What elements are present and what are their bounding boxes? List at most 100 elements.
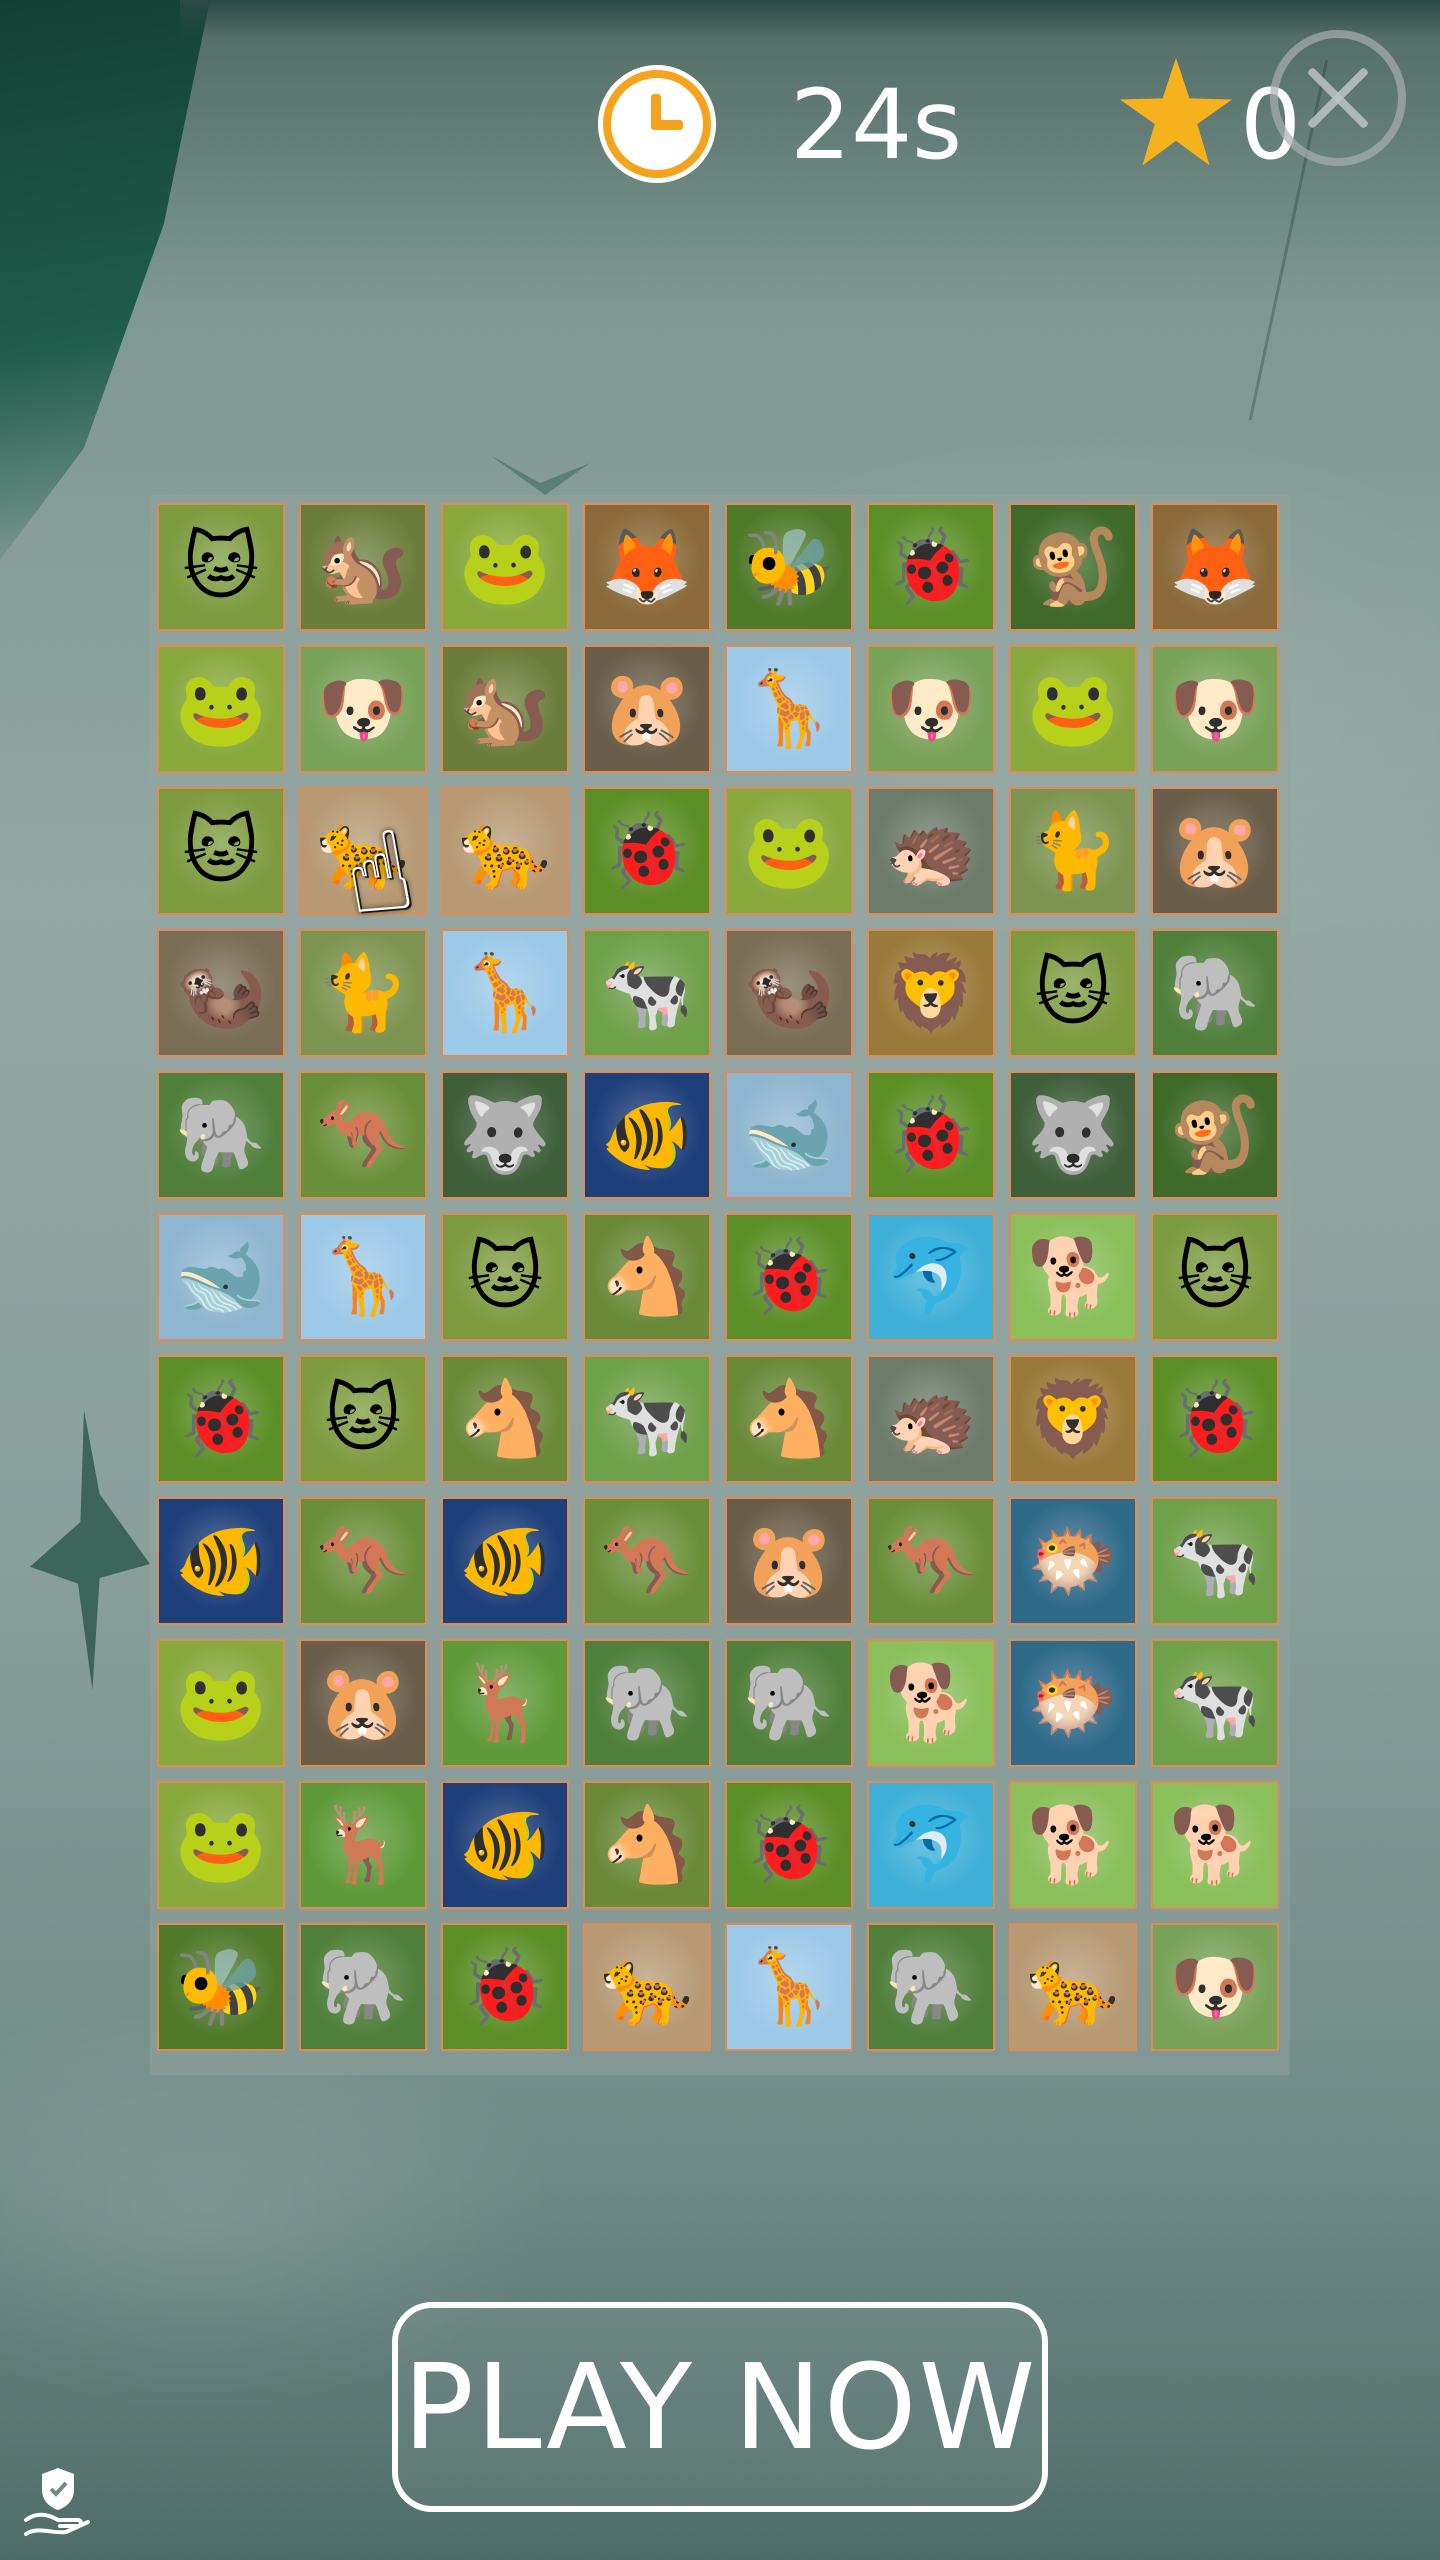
tile-puppy[interactable]: 🐶	[299, 645, 427, 773]
tile-hedgehog[interactable]: 🦔	[867, 1355, 995, 1483]
tile-meerkat[interactable]: 🦦	[157, 929, 285, 1057]
tile-elephant[interactable]: 🐘	[583, 1639, 711, 1767]
tile-horse[interactable]: 🐴	[441, 1355, 569, 1483]
tile-siamese[interactable]: 🐈	[1009, 787, 1137, 915]
close-button[interactable]	[1270, 30, 1406, 166]
tile-orca[interactable]: 🐋	[725, 1071, 853, 1199]
tile-squirrel[interactable]: 🐿️	[441, 645, 569, 773]
tile-ladybug[interactable]: 🐞	[867, 1071, 995, 1199]
tile-frog[interactable]: 🐸	[157, 645, 285, 773]
tile-chimp[interactable]: 🐒	[1151, 1071, 1279, 1199]
tile-horse[interactable]: 🐴	[583, 1213, 711, 1341]
tile-siamese[interactable]: 🐈	[299, 929, 427, 1057]
tile-fish[interactable]: 🐠	[157, 1497, 285, 1625]
tile-giraffe[interactable]: 🦒	[725, 1923, 853, 2051]
tile-frog[interactable]: 🐸	[157, 1639, 285, 1767]
tile-ladybug[interactable]: 🐞	[1151, 1355, 1279, 1483]
tile-retriever[interactable]: 🐕	[867, 1639, 995, 1767]
tile-kitten[interactable]: 🐱	[157, 503, 285, 631]
tile-cow[interactable]: 🐄	[1151, 1639, 1279, 1767]
tile-fish[interactable]: 🐠	[583, 1071, 711, 1199]
tile-elephant[interactable]: 🐘	[1151, 929, 1279, 1057]
tile-retriever[interactable]: 🐕	[1009, 1213, 1137, 1341]
tile-kangaroo[interactable]: 🦘	[583, 1497, 711, 1625]
tile-cheetah[interactable]: 🐆	[441, 787, 569, 915]
tile-bee[interactable]: 🐝	[725, 503, 853, 631]
tile-ladybug[interactable]: 🐞	[867, 503, 995, 631]
tile-chimp[interactable]: 🐒	[1009, 503, 1137, 631]
tile-ladybug[interactable]: 🐞	[157, 1355, 285, 1483]
tile-horse[interactable]: 🐴	[583, 1781, 711, 1909]
tile-fish[interactable]: 🐠	[441, 1497, 569, 1625]
tile-kangaroo[interactable]: 🦘	[299, 1071, 427, 1199]
tile-squirrel[interactable]: 🐿️	[299, 503, 427, 631]
tile-elephant[interactable]: 🐘	[299, 1923, 427, 2051]
tile-fox[interactable]: 🦊	[583, 503, 711, 631]
tile-hamster[interactable]: 🐹	[299, 1639, 427, 1767]
tile-kangaroo[interactable]: 🦘	[867, 1497, 995, 1625]
tile-hedgehog[interactable]: 🦔	[867, 787, 995, 915]
tile-ladybug[interactable]: 🐞	[725, 1213, 853, 1341]
tile-cow[interactable]: 🐄	[1151, 1497, 1279, 1625]
tile-deer[interactable]: 🦌	[441, 1639, 569, 1767]
tile-puppy[interactable]: 🐶	[867, 645, 995, 773]
tile-hamster[interactable]: 🐹	[1151, 787, 1279, 915]
bird-shadow-decoration	[30, 1410, 150, 1690]
tile-ladybug[interactable]: 🐞	[583, 787, 711, 915]
cheetah-icon: 🐆	[600, 1944, 694, 2030]
tile-elephant[interactable]: 🐘	[725, 1639, 853, 1767]
tile-kitten[interactable]: 🐱	[1151, 1213, 1279, 1341]
tile-husky[interactable]: 🐺	[1009, 1071, 1137, 1199]
tile-kitten[interactable]: 🐱	[157, 787, 285, 915]
tile-lion[interactable]: 🦁	[1009, 1355, 1137, 1483]
tile-elephant[interactable]: 🐘	[867, 1923, 995, 2051]
tile-giraffe[interactable]: 🦒	[299, 1213, 427, 1341]
tile-lion[interactable]: 🦁	[867, 929, 995, 1057]
tile-husky[interactable]: 🐺	[441, 1071, 569, 1199]
tile-ladybug[interactable]: 🐞	[441, 1923, 569, 2051]
clock-icon	[598, 65, 716, 183]
tile-frog[interactable]: 🐸	[157, 1781, 285, 1909]
tile-elephant[interactable]: 🐘	[157, 1071, 285, 1199]
shield-hand-icon[interactable]	[18, 2462, 98, 2542]
tile-puppy[interactable]: 🐶	[1151, 645, 1279, 773]
play-now-button[interactable]: PLAY NOW	[392, 2302, 1048, 2512]
tile-frog[interactable]: 🐸	[725, 787, 853, 915]
tile-frog[interactable]: 🐸	[1009, 645, 1137, 773]
tile-deer[interactable]: 🦌	[299, 1781, 427, 1909]
retriever-icon: 🐕	[1026, 1234, 1120, 1320]
tile-cheetah[interactable]: 🐆	[583, 1923, 711, 2051]
tile-kangaroo[interactable]: 🦘	[299, 1497, 427, 1625]
ladybug-icon: 🐞	[600, 808, 694, 894]
tile-giraffe[interactable]: 🦒	[725, 645, 853, 773]
tile-horse[interactable]: 🐴	[725, 1355, 853, 1483]
tile-hamster[interactable]: 🐹	[583, 645, 711, 773]
tile-orca[interactable]: 🐋	[157, 1213, 285, 1341]
tile-retriever[interactable]: 🐕	[1151, 1781, 1279, 1909]
horse-icon: 🐴	[742, 1376, 836, 1462]
tile-clownfish[interactable]: 🐡	[1009, 1497, 1137, 1625]
tile-frog[interactable]: 🐸	[441, 503, 569, 631]
tile-hamster[interactable]: 🐹	[725, 1497, 853, 1625]
tile-kitten[interactable]: 🐱	[1009, 929, 1137, 1057]
tile-retriever[interactable]: 🐕	[1009, 1781, 1137, 1909]
tile-clownfish[interactable]: 🐡	[1009, 1639, 1137, 1767]
kitten-icon: 🐱	[324, 1376, 402, 1462]
tile-fish[interactable]: 🐠	[441, 1781, 569, 1909]
tile-cheetah[interactable]: 🐆	[1009, 1923, 1137, 2051]
tile-meerkat[interactable]: 🦦	[725, 929, 853, 1057]
tile-cow[interactable]: 🐄	[583, 1355, 711, 1483]
hamster-icon: 🐹	[600, 666, 694, 752]
tile-ladybug[interactable]: 🐞	[725, 1781, 853, 1909]
tile-kitten[interactable]: 🐱	[441, 1213, 569, 1341]
tile-giraffe[interactable]: 🦒	[441, 929, 569, 1057]
tile-dolphin[interactable]: 🐬	[867, 1213, 995, 1341]
tile-kitten[interactable]: 🐱	[299, 1355, 427, 1483]
tile-bee[interactable]: 🐝	[157, 1923, 285, 2051]
tile-cow[interactable]: 🐄	[583, 929, 711, 1057]
hamster-icon: 🐹	[742, 1518, 836, 1604]
tile-puppy[interactable]: 🐶	[1151, 1923, 1279, 2051]
tile-dolphin[interactable]: 🐬	[867, 1781, 995, 1909]
bee-icon: 🐝	[174, 1944, 268, 2030]
tile-fox[interactable]: 🦊	[1151, 503, 1279, 631]
